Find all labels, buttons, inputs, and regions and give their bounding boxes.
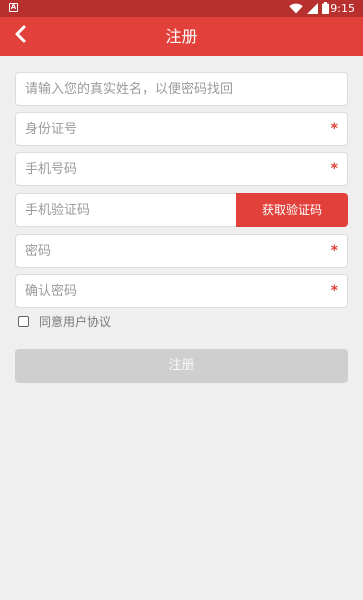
status-icons [289, 2, 329, 15]
phone-field[interactable]: * [15, 152, 348, 186]
required-marker: * [330, 243, 338, 259]
verification-code-field[interactable] [15, 193, 236, 227]
phone-input[interactable] [16, 153, 347, 185]
page-title: 注册 [165, 27, 198, 46]
password-input[interactable] [16, 235, 347, 267]
name-input[interactable] [16, 73, 347, 105]
required-marker: * [330, 121, 338, 137]
register-button[interactable]: 注册 [15, 349, 348, 383]
password-field[interactable]: * [15, 234, 348, 268]
agree-terms-label: 同意用户协议 [39, 314, 112, 329]
confirm-password-field[interactable]: * [15, 274, 348, 308]
name-field[interactable] [15, 72, 348, 106]
status-time: 9:15 [330, 2, 355, 15]
status-bar: A 9:15 [0, 0, 363, 17]
verification-code-input[interactable] [16, 194, 236, 226]
id-number-field[interactable]: * [15, 112, 348, 146]
battery-icon [322, 0, 329, 18]
required-marker: * [330, 283, 338, 299]
signal-icon [307, 0, 318, 18]
id-number-input[interactable] [16, 113, 347, 145]
app-bar: 注册 [0, 17, 363, 56]
agree-terms-checkbox[interactable]: 同意用户协议 [18, 313, 111, 329]
checkbox-icon[interactable] [18, 315, 29, 327]
notification-icon: A [9, 3, 18, 12]
verification-code-row: 获取验证码 [15, 193, 348, 227]
confirm-password-input[interactable] [16, 275, 347, 307]
required-marker: * [330, 161, 338, 177]
get-code-button[interactable]: 获取验证码 [236, 193, 348, 227]
wifi-icon [289, 0, 303, 18]
